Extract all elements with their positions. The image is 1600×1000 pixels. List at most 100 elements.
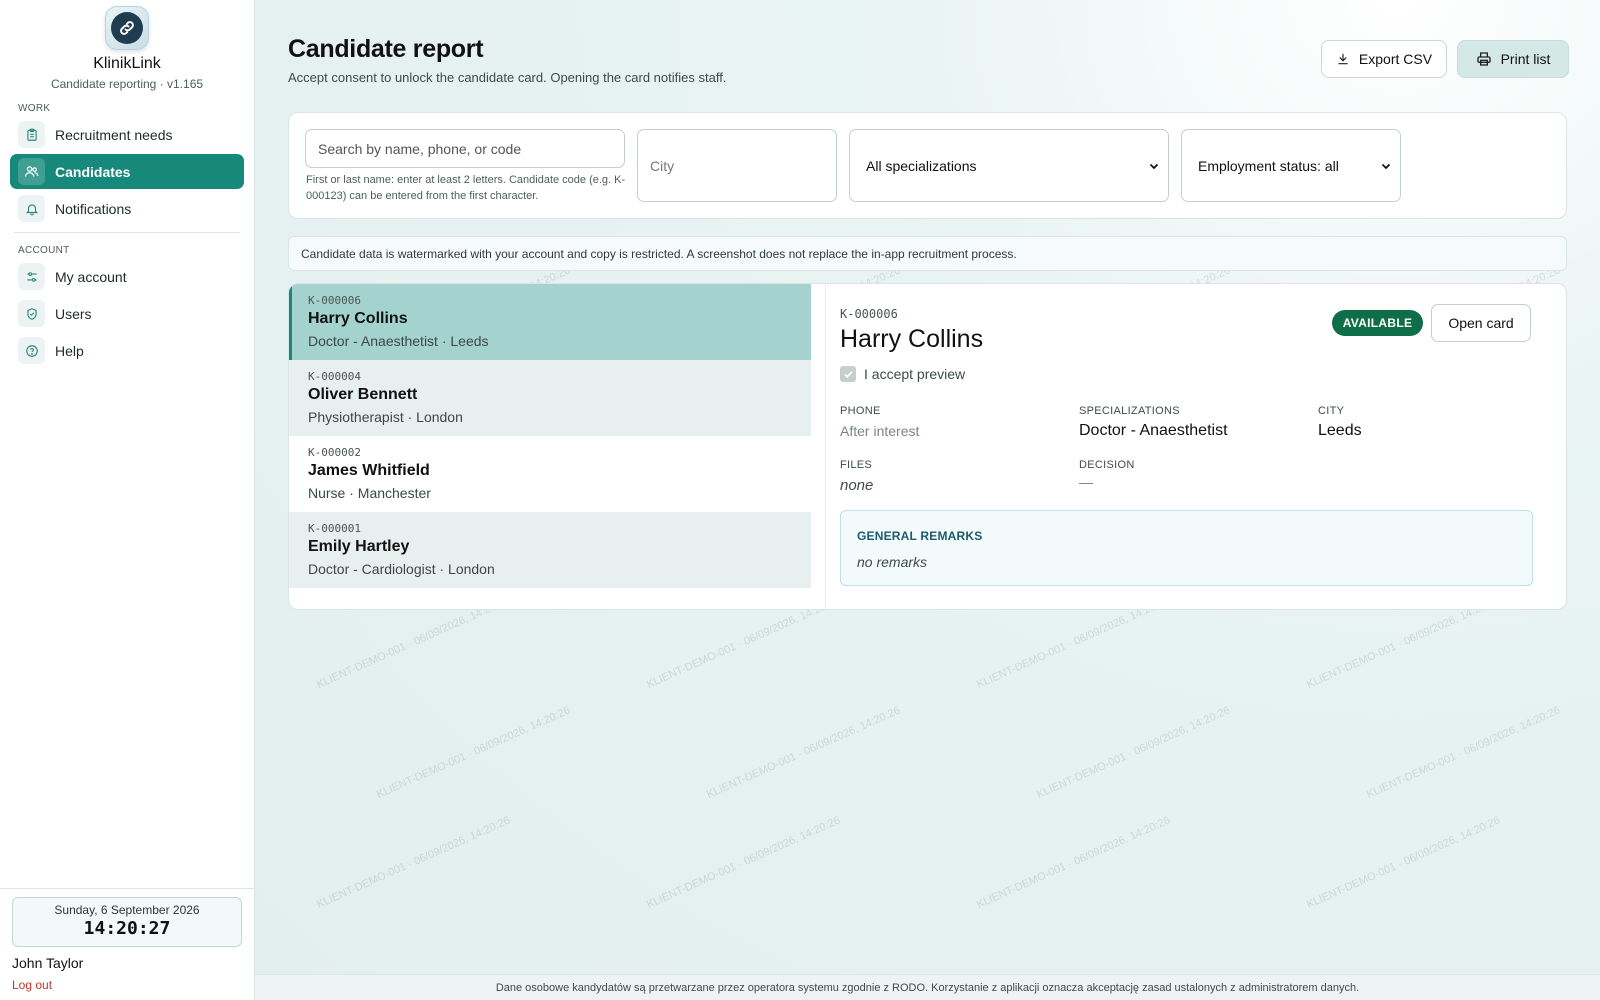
candidate-code: K-000004: [308, 370, 361, 383]
link-icon: [111, 12, 143, 44]
employment-status-select-value: Employment status: all: [1198, 157, 1339, 174]
search-input[interactable]: [305, 129, 625, 168]
city-value: Leeds: [1318, 422, 1362, 439]
specializations-label: SPECIALIZATIONS: [1079, 405, 1180, 417]
sidebar-item-label: My account: [55, 268, 127, 285]
printer-icon: [1476, 52, 1491, 66]
export-csv-label: Export CSV: [1358, 51, 1433, 67]
general-remarks: GENERAL REMARKS no remarks: [840, 510, 1533, 586]
help-circle-icon: [18, 337, 45, 364]
gdpr-footer: Dane osobowe kandydatów są przetwarzane …: [255, 974, 1600, 1000]
download-icon: [1338, 53, 1348, 65]
candidate-code: K-000001: [308, 522, 361, 535]
remarks-text: no remarks: [857, 554, 928, 570]
users-icon: [18, 158, 45, 185]
clock-time: 14:20:27: [83, 918, 171, 939]
sidebar-item-recruitment-needs[interactable]: Recruitment needs: [10, 117, 244, 152]
sidebar-footer: Sunday, 6 September 2026 14:20:27 John T…: [0, 888, 254, 1000]
sidebar-item-candidates[interactable]: Candidates: [10, 154, 244, 189]
app-subtitle: Candidate reporting · v1.165: [50, 77, 204, 91]
candidate-meta: Doctor - Cardiologist · London: [308, 561, 495, 577]
sidebar-item-my-account[interactable]: My account: [10, 259, 244, 294]
sidebar-item-label: Recruitment needs: [55, 126, 173, 143]
chevron-down-icon: [1381, 163, 1391, 170]
candidate-code: K-000006: [308, 294, 361, 307]
city-label: CITY: [1318, 405, 1345, 417]
phone-value: After interest: [840, 423, 920, 439]
candidate-name: James Whitfield: [308, 462, 430, 479]
status-badge: AVAILABLE: [1332, 310, 1423, 336]
clipboard-icon: [18, 121, 45, 148]
export-csv-button[interactable]: Export CSV: [1321, 40, 1447, 78]
remarks-title: GENERAL REMARKS: [857, 529, 983, 543]
candidate-row[interactable]: K-000004 Oliver Bennett Physiotherapist …: [289, 360, 811, 436]
current-user-name: John Taylor: [12, 955, 84, 971]
sidebar-item-notifications[interactable]: Notifications: [10, 191, 244, 226]
watermark-text: KLIENT-DEMO-001 · 06/09/2026, 14:20:26: [645, 814, 843, 911]
print-list-button[interactable]: Print list: [1457, 40, 1569, 78]
app-name: KlinikLink: [93, 55, 161, 72]
decision-value: —: [1079, 474, 1093, 490]
sidebar: KlinikLink Candidate reporting · v1.165 …: [0, 0, 255, 1000]
files-label: FILES: [840, 459, 873, 471]
specialization-select-value: All specializations: [866, 157, 977, 174]
candidate-detail: K-000006 Harry Collins AVAILABLE Open ca…: [840, 284, 1554, 609]
sidebar-item-users[interactable]: Users: [10, 296, 244, 331]
candidate-name: Harry Collins: [308, 310, 408, 327]
logout-link[interactable]: Log out: [12, 978, 52, 992]
clock-date: Sunday, 6 September 2026: [54, 903, 200, 917]
phone-label: PHONE: [840, 405, 881, 417]
results-panel: K-000006 Harry Collins Doctor - Anaesthe…: [288, 283, 1567, 610]
checkbox-checked-icon: [840, 366, 856, 382]
chevron-down-icon: [1149, 163, 1159, 170]
print-list-label: Print list: [1500, 51, 1551, 67]
sidebar-item-label: Notifications: [55, 200, 132, 217]
candidate-list: K-000006 Harry Collins Doctor - Anaesthe…: [289, 284, 811, 588]
panel-divider: [825, 284, 826, 609]
candidate-name: Emily Hartley: [308, 538, 410, 555]
bell-icon: [18, 195, 45, 222]
candidate-row[interactable]: K-000006 Harry Collins Doctor - Anaesthe…: [289, 284, 811, 360]
watermark-text: KLIENT-DEMO-001 · 06/09/2026, 14:20:26: [705, 704, 903, 801]
specializations-value: Doctor - Anaesthetist: [1079, 422, 1228, 439]
sidebar-item-label: Users: [55, 305, 92, 322]
watermark-text: KLIENT-DEMO-001 · 06/09/2026, 14:20:26: [315, 814, 513, 911]
page-subtitle: Accept consent to unlock the candidate c…: [288, 70, 727, 85]
candidate-meta: Nurse · Manchester: [308, 485, 431, 501]
employment-status-select[interactable]: Employment status: all: [1181, 129, 1401, 202]
search-hint: First or last name: enter at least 2 let…: [306, 174, 626, 202]
nav-section-account: ACCOUNT: [18, 245, 70, 256]
specialization-select[interactable]: All specializations: [849, 129, 1169, 202]
detail-candidate-name: Harry Collins: [840, 325, 984, 353]
consent-checkbox[interactable]: I accept preview: [840, 366, 965, 382]
watermark-text: KLIENT-DEMO-001 · 06/09/2026, 14:20:26: [1305, 814, 1503, 911]
filter-panel: First or last name: enter at least 2 let…: [288, 112, 1567, 219]
app-logo[interactable]: [105, 6, 149, 50]
watermark-text: KLIENT-DEMO-001 · 06/09/2026, 14:20:26: [1365, 704, 1563, 801]
candidate-row[interactable]: K-000001 Emily Hartley Doctor - Cardiolo…: [289, 512, 811, 588]
nav-divider: [14, 232, 240, 233]
candidate-row[interactable]: K-000002 James Whitfield Nurse · Manches…: [289, 436, 811, 512]
sidebar-item-label: Candidates: [55, 163, 131, 180]
sidebar-item-label: Help: [55, 342, 84, 359]
files-value: none: [840, 477, 874, 494]
watermark-text: KLIENT-DEMO-001 · 06/09/2026, 14:20:26: [375, 704, 573, 801]
nav-section-work: WORK: [18, 103, 51, 114]
candidate-name: Oliver Bennett: [308, 386, 418, 403]
shield-check-icon: [18, 300, 45, 327]
consent-label: I accept preview: [864, 366, 966, 382]
detail-candidate-code: K-000006: [840, 307, 898, 321]
sidebar-item-help[interactable]: Help: [10, 333, 244, 368]
city-input[interactable]: [637, 129, 837, 202]
open-card-button[interactable]: Open card: [1431, 304, 1531, 342]
watermark-text: KLIENT-DEMO-001 · 06/09/2026, 14:20:26: [975, 814, 1173, 911]
brand: KlinikLink Candidate reporting · v1.165: [0, 0, 254, 91]
page-title: Candidate report: [288, 35, 484, 63]
watermark-text: KLIENT-DEMO-001 · 06/09/2026, 14:20:26: [1035, 704, 1233, 801]
candidate-meta: Doctor - Anaesthetist · Leeds: [308, 333, 489, 349]
candidate-meta: Physiotherapist · London: [308, 409, 463, 425]
watermark-notice: Candidate data is watermarked with your …: [288, 236, 1567, 271]
clock: Sunday, 6 September 2026 14:20:27: [12, 897, 242, 947]
sliders-icon: [18, 263, 45, 290]
decision-label: DECISION: [1079, 459, 1135, 471]
